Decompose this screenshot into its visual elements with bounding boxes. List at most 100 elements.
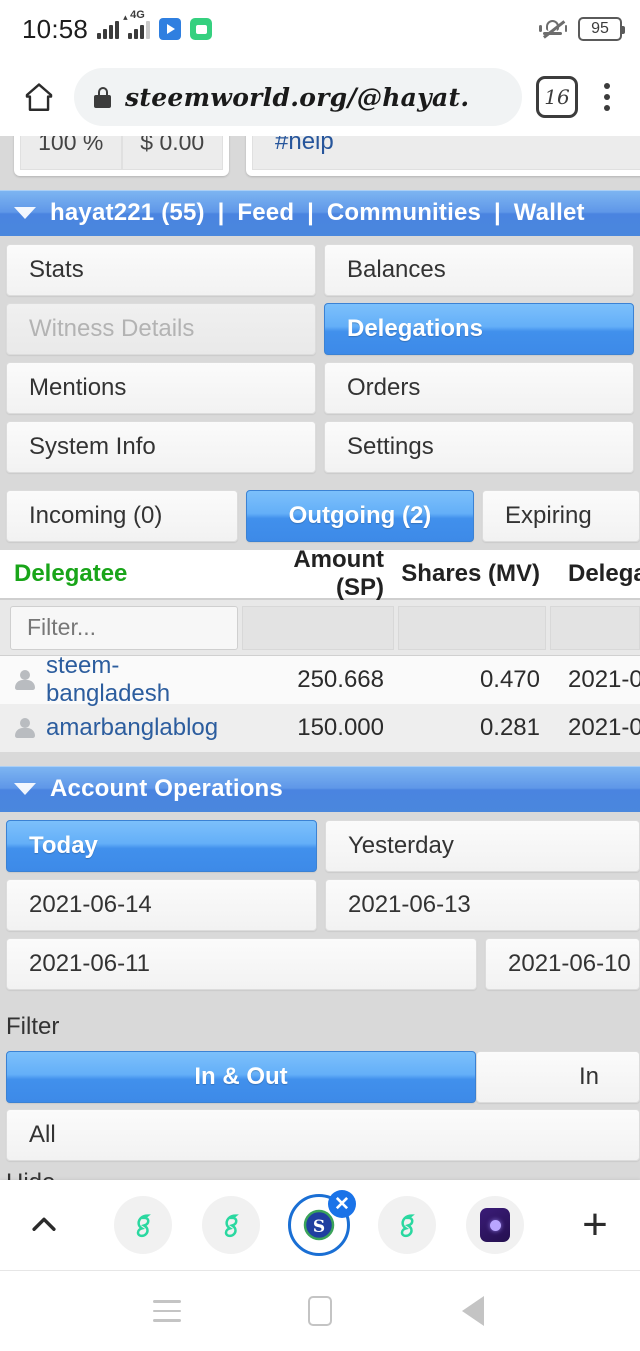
- filter-button-in[interactable]: In: [476, 1051, 640, 1103]
- link-wallet[interactable]: Wallet: [514, 199, 585, 226]
- date-row-3: 2021-06-11 2021-06-10: [0, 938, 640, 997]
- column-header-amount[interactable]: Amount (SP): [240, 546, 400, 602]
- nav-button-settings[interactable]: Settings: [324, 421, 634, 473]
- all-button-row: All: [0, 1109, 640, 1169]
- amount-cell: 250.668: [297, 666, 384, 693]
- link-feed[interactable]: Feed: [237, 199, 294, 226]
- nav-button-delegations[interactable]: Delegations: [324, 303, 634, 355]
- person-icon: [14, 717, 36, 739]
- home-square-icon[interactable]: [292, 1283, 348, 1339]
- delegatee-link[interactable]: amarbanglablog: [46, 714, 218, 742]
- caret-down-icon[interactable]: [14, 207, 36, 219]
- date-button-2021-06-10[interactable]: 2021-06-10: [485, 938, 640, 990]
- delegated-date-cell: 2021-0: [568, 666, 640, 693]
- battery-icon: 95: [578, 17, 625, 41]
- account-header-bar[interactable]: hayat221 (55) | Feed | Communities | Wal…: [0, 190, 640, 236]
- messages-icon: [190, 18, 213, 40]
- tab-item[interactable]: [376, 1194, 438, 1256]
- tab-item[interactable]: [464, 1194, 526, 1256]
- nav-button-orders[interactable]: Orders: [324, 362, 634, 414]
- chevron-up-icon[interactable]: [22, 1203, 66, 1247]
- amount-cell: 150.000: [297, 714, 384, 741]
- steemit-green-icon: [378, 1196, 436, 1254]
- nav-button-mentions[interactable]: Mentions: [6, 362, 316, 414]
- date-button-2021-06-13[interactable]: 2021-06-13: [325, 879, 640, 931]
- delegatee-cell[interactable]: steem-bangladesh: [0, 652, 240, 708]
- nav-button-system-info[interactable]: System Info: [6, 421, 316, 473]
- plus-icon[interactable]: +: [572, 1200, 618, 1249]
- person-icon: [14, 669, 36, 691]
- nav-row-1: Stats Balances: [0, 244, 640, 303]
- nav-row-4: System Info Settings: [0, 421, 640, 480]
- delegation-tabs: Incoming (0) Outgoing (2) Expiring: [0, 480, 640, 550]
- operations-date-grid: Today Yesterday 2021-06-14 2021-06-13 20…: [0, 812, 640, 997]
- filter-cell-shares: [398, 605, 546, 650]
- separator-1: |: [217, 199, 225, 226]
- column-header-delegated[interactable]: Delega: [556, 560, 640, 588]
- column-header-delegatee[interactable]: Delegatee: [0, 560, 240, 588]
- play-store-icon: [159, 18, 182, 40]
- browser-toolbar: steemworld.org/@hayat. 16: [0, 58, 640, 136]
- steemit-green-icon: [114, 1196, 172, 1254]
- kebab-menu-icon[interactable]: [592, 76, 622, 118]
- filter-button-all[interactable]: All: [6, 1109, 640, 1161]
- tab-outgoing[interactable]: Outgoing (2): [246, 490, 474, 542]
- url-text: steemworld.org/@hayat.: [125, 82, 470, 112]
- address-bar[interactable]: steemworld.org/@hayat.: [74, 68, 522, 126]
- tab-item[interactable]: [200, 1194, 262, 1256]
- back-triangle-icon[interactable]: [445, 1283, 501, 1339]
- filter-cell-delegated: [550, 605, 640, 650]
- home-icon[interactable]: [18, 76, 60, 118]
- separator-2: |: [307, 199, 314, 226]
- close-icon[interactable]: ✕: [328, 1190, 356, 1218]
- filter-button-in-and-out[interactable]: In & Out: [6, 1051, 476, 1103]
- date-button-2021-06-11[interactable]: 2021-06-11: [6, 938, 477, 990]
- account-operations-title: Account Operations: [50, 775, 283, 802]
- tab-incoming[interactable]: Incoming (0): [6, 490, 238, 542]
- delegatee-link[interactable]: steem-bangladesh: [46, 652, 240, 708]
- tab-expiring[interactable]: Expiring: [482, 490, 640, 542]
- nav-button-stats[interactable]: Stats: [6, 244, 316, 296]
- voting-power-value: 100 %: [20, 136, 122, 170]
- lock-icon: [94, 86, 111, 108]
- tab-item-selected[interactable]: S ✕: [288, 1190, 356, 1256]
- account-operations-header[interactable]: Account Operations: [0, 766, 640, 812]
- nav-button-balances[interactable]: Balances: [324, 244, 634, 296]
- nav-row-2: Witness Details Delegations: [0, 303, 640, 362]
- filter-cell-amount: [242, 605, 394, 650]
- phone-screen: 10:58 ▴ 4G 95 steemworld.org/@hayat. 16 …: [0, 0, 640, 1351]
- delegations-table: Delegatee Amount (SP) Shares (MV) Delega…: [0, 546, 640, 752]
- table-header-row: Delegatee Amount (SP) Shares (MV) Delega: [0, 546, 640, 601]
- date-button-yesterday[interactable]: Yesterday: [325, 820, 640, 872]
- nav-button-witness-details: Witness Details: [6, 303, 316, 355]
- purple-app-icon: [466, 1196, 524, 1254]
- separator-3: |: [493, 199, 501, 226]
- filter-button-row: In & Out In: [0, 1051, 640, 1109]
- table-row[interactable]: amarbanglablog 150.000 0.281 2021-0: [0, 704, 640, 752]
- browser-tab-strip: S ✕ +: [0, 1180, 640, 1270]
- reward-value: $ 0.00: [121, 136, 223, 170]
- signal-bars-4g-icon: ▴ 4G: [123, 9, 151, 39]
- tab-counter-button[interactable]: 16: [536, 76, 578, 118]
- android-navigation-bar: [0, 1270, 640, 1351]
- caret-down-icon[interactable]: [14, 783, 36, 795]
- vibrate-bell-icon: [539, 18, 567, 40]
- table-filter-row: Filter...: [0, 600, 640, 656]
- account-nav-grid: Stats Balances Witness Details Delegatio…: [0, 236, 640, 480]
- delegatee-cell[interactable]: amarbanglablog: [0, 714, 240, 742]
- nav-row-3: Mentions Orders: [0, 362, 640, 421]
- steemit-green-icon: [202, 1196, 260, 1254]
- table-row[interactable]: steem-bangladesh 250.668 0.470 2021-0: [0, 652, 640, 707]
- search-input[interactable]: Filter...: [10, 605, 238, 650]
- recents-icon[interactable]: [139, 1283, 195, 1339]
- date-button-2021-06-14[interactable]: 2021-06-14: [6, 879, 317, 931]
- column-header-shares[interactable]: Shares (MV): [400, 560, 556, 588]
- tab-item[interactable]: [112, 1194, 174, 1256]
- partial-tag-card: #help: [246, 136, 640, 176]
- tag-link[interactable]: #help: [252, 136, 640, 170]
- date-button-today[interactable]: Today: [6, 820, 317, 872]
- shares-cell: 0.470: [479, 666, 540, 693]
- tab-list: S ✕: [66, 1190, 572, 1256]
- link-communities[interactable]: Communities: [327, 199, 481, 226]
- date-row-1: Today Yesterday: [0, 820, 640, 879]
